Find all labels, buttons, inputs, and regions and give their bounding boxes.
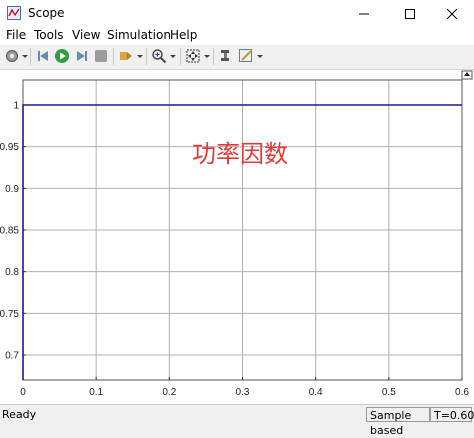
toolbar-separator [213,48,214,65]
run-icon[interactable] [54,48,70,64]
highlight-dropdown-arrow[interactable] [137,55,143,58]
x-tick-label: 0.1 [89,387,103,398]
window-title: Scope [28,6,65,20]
scope-display: 0 0.1 0.2 0.3 0.4 0.5 0.6 0.7 0.75 0.8 0.85 0.9 0.95… [0,70,474,404]
maximize-button[interactable] [388,0,432,27]
step-forward-icon[interactable] [74,48,90,64]
x-tick-label: 0.4 [309,387,323,398]
settings-dropdown-arrow[interactable] [22,55,28,58]
restore-view-button[interactable] [461,70,473,80]
autoscale-dropdown-arrow[interactable] [204,55,210,58]
menu-help[interactable]: Help [170,28,197,42]
minimize-button[interactable] [342,0,386,27]
edit-style-icon[interactable] [238,48,254,64]
settings-gear-icon[interactable] [4,48,20,64]
title-bar: Scope [0,0,474,27]
menu-bar: File Tools View Simulation Help [0,27,474,45]
zoom-dropdown-arrow[interactable] [170,55,176,58]
close-button[interactable] [430,0,474,27]
cursor-measurement-icon[interactable] [218,48,234,64]
toolbar-separator [146,48,147,65]
sample-mode-indicator: Sample based [366,407,430,437]
status-bar: Ready Sample based T=0.600 [0,404,474,437]
x-tick-label: 0.2 [162,387,176,398]
menu-file[interactable]: File [6,28,26,42]
autoscale-icon[interactable] [185,48,201,64]
toolbar [0,45,474,70]
x-tick-label: 0.6 [455,387,469,398]
highlight-icon[interactable] [118,48,134,64]
y-tick-label: 0.7 [5,351,19,362]
zoom-icon[interactable] [151,48,167,64]
x-tick-label: 0 [20,387,26,398]
minimize-icon [359,13,369,14]
chart-annotation: 功率因数 [192,140,288,168]
menu-tools[interactable]: Tools [34,28,64,42]
step-back-icon[interactable] [35,48,51,64]
line-chart[interactable]: 0 0.1 0.2 0.3 0.4 0.5 0.6 0.7 0.75 0.8 0.85 0.9 0.95… [0,70,474,404]
menu-simulation[interactable]: Simulation [107,28,171,42]
menu-view[interactable]: View [72,28,100,42]
y-tick-label: 0.85 [0,226,19,237]
maximize-icon [405,8,415,19]
stop-icon[interactable] [93,48,109,64]
x-tick-label: 0.5 [382,387,396,398]
toolbar-separator [113,48,114,65]
y-tick-label: 0.95 [0,142,19,153]
simulation-time-indicator: T=0.600 [430,407,474,422]
y-tick-label: 1 [13,101,19,112]
toolbar-separator [180,48,181,65]
edit-style-dropdown-arrow[interactable] [257,55,263,58]
x-tick-label: 0.3 [236,387,250,398]
y-tick-label: 0.8 [5,267,19,278]
status-text: Ready [2,408,37,421]
y-tick-label: 0.75 [0,309,19,320]
y-tick-label: 0.9 [5,184,19,195]
scope-app-icon [7,6,21,20]
close-icon [446,8,458,19]
toolbar-separator [30,48,31,65]
